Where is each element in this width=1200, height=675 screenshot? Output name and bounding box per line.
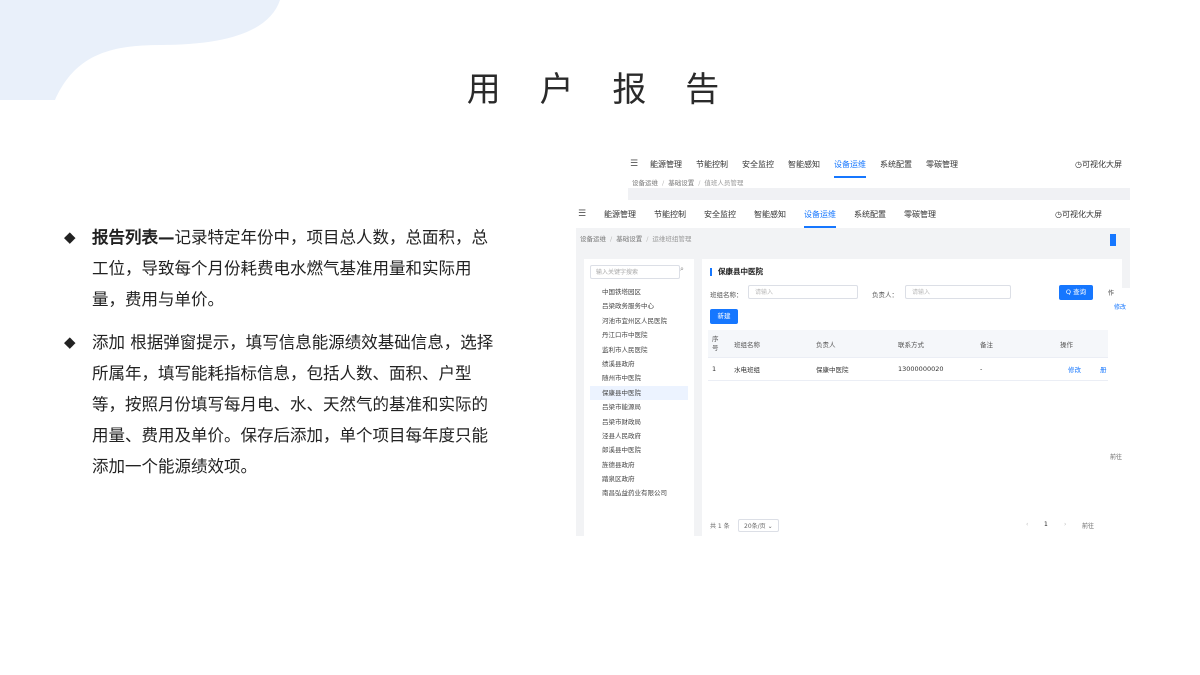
breadcrumb-current: 值班人员管理 (704, 179, 744, 187)
tree-item[interactable]: 踏泉区政府 (590, 472, 688, 486)
tree-item[interactable]: 丹江口市中医院 (590, 328, 688, 342)
nav-item[interactable]: 节能控制 (696, 159, 728, 170)
current-page[interactable]: 1 (1044, 521, 1048, 528)
table-header: 序 号 班组名称 负责人 联系方式 备注 操作 (708, 330, 1118, 358)
nav-item[interactable]: 能源管理 (650, 159, 682, 170)
cell-no: 1 (712, 365, 717, 373)
tree-item[interactable]: 南昌弘益药业有限公司 (590, 486, 688, 500)
edit-link[interactable]: 修改 (1068, 358, 1081, 380)
diamond-icon: ◆ (64, 228, 76, 246)
top-nav: ☰ 能源管理 节能控制 安全监控 智能感知 设备运维 系统配置 零碳管理 ◷可视… (576, 200, 1130, 228)
bullet-add: ◆ 添加 根据弹窗提示，填写信息能源绩效基础信息，选择所属年，填写能耗指标信息，… (64, 327, 504, 482)
chevron-down-icon: ⌄ (767, 523, 773, 530)
goto-label: 前往 (1082, 523, 1095, 530)
nav-item[interactable]: 零碳管理 (926, 159, 958, 170)
page-title: 用 户 报 告 (466, 70, 734, 110)
app-screenshot: ☰ 能源管理 节能控制 安全监控 智能感知 设备运维 系统配置 零碳管理 ◷可视… (576, 140, 1130, 536)
nav-item-active[interactable]: 设备运维 (834, 159, 866, 178)
tree-search-input[interactable]: 输入关键字搜索 (590, 265, 680, 279)
next-page-icon[interactable]: › (1064, 521, 1066, 528)
nav-item[interactable]: 零碳管理 (904, 209, 936, 220)
table-row: 1 水电班组 保康中医院 13000000020 - 修改 册 (708, 358, 1118, 381)
nav-item[interactable]: 系统配置 (880, 159, 912, 170)
breadcrumb: 设备运维 / 基础设置 / 值班人员管理 (632, 179, 744, 187)
tree-item[interactable]: 吕梁政务服务中心 (590, 299, 688, 313)
bullet-text: 添加 根据弹窗提示，填写信息能源绩效基础信息，选择所属年，填写能耗指标信息，包括… (92, 333, 494, 476)
edge-op-header: 作 (1108, 290, 1115, 297)
nav-item[interactable]: 系统配置 (854, 209, 886, 220)
bullet-list: ◆ 报告列表—记录特定年份中，项目总人数，总面积，总工位，导致每个月份耗费电水燃… (64, 222, 504, 494)
group-name-input[interactable]: 请输入 (748, 285, 858, 299)
search-icon[interactable]: ⌕ (680, 265, 684, 274)
team-panel: 保康县中医院 班组名称： 请输入 负责人： 请输入 Q 查询 新建 序 号 班组… (702, 259, 1122, 536)
breadcrumb-item[interactable]: 基础设置 (668, 179, 694, 187)
group-name-label: 班组名称： (710, 291, 743, 299)
edge-button[interactable] (1110, 234, 1116, 246)
back-window-edge: 作 修改 前往 (1108, 288, 1130, 536)
owner-label: 负责人： (872, 291, 898, 299)
cell-note: - (980, 365, 983, 373)
team-table: 序 号 班组名称 负责人 联系方式 备注 操作 1 水电班组 保康中医院 130… (708, 330, 1118, 381)
prev-page-icon[interactable]: ‹ (1026, 521, 1028, 528)
nav-item[interactable]: 能源管理 (604, 209, 636, 220)
cell-phone: 13000000020 (898, 365, 944, 373)
tree-item[interactable]: 中国铁塔园区 (590, 285, 688, 299)
back-top-nav: ☰ 能源管理 节能控制 安全监控 智能感知 设备运维 系统配置 零碳管理 ◷可视… (628, 150, 1130, 178)
breadcrumb: 设备运维 / 基础设置 / 运维班组管理 (580, 235, 692, 243)
edge-goto: 前往 (1110, 454, 1123, 461)
owner-input[interactable]: 请输入 (905, 285, 1011, 299)
dashboard-link[interactable]: ◷可视化大屏 (1055, 209, 1102, 220)
bullet-heading: 报告列表— (92, 228, 175, 247)
cell-owner: 保康中医院 (816, 366, 849, 374)
tree-item-selected[interactable]: 保康县中医院 (590, 385, 688, 401)
breadcrumb-item[interactable]: 设备运维 (580, 235, 606, 243)
col-header: 备注 (980, 340, 993, 349)
nav-item[interactable]: 智能感知 (754, 209, 786, 220)
nav-item[interactable]: 智能感知 (788, 159, 820, 170)
query-button[interactable]: Q 查询 (1059, 285, 1093, 300)
col-header: 班组名称 (734, 340, 760, 349)
more-link[interactable]: 册 (1100, 358, 1107, 380)
cell-name: 水电班组 (734, 366, 760, 374)
org-tree-panel: 输入关键字搜索 ⌕ 中国铁塔园区 吕梁政务服务中心 河池市宜州区人民医院 丹江口… (584, 259, 694, 536)
nav-item[interactable]: 安全监控 (704, 209, 736, 220)
page-size-value: 20条/页 (744, 523, 766, 530)
front-window: ☰ 能源管理 节能控制 安全监控 智能感知 设备运维 系统配置 零碳管理 ◷可视… (576, 200, 1130, 536)
menu-fold-icon[interactable]: ☰ (576, 209, 588, 219)
col-header: 操作 (1060, 340, 1073, 349)
org-tree-list: 中国铁塔园区 吕梁政务服务中心 河池市宜州区人民医院 丹江口市中医院 监利市人民… (590, 285, 688, 501)
breadcrumb-current: 运维班组管理 (652, 235, 692, 243)
tree-item[interactable]: 郎溪县中医院 (590, 443, 688, 457)
dashboard-link[interactable]: ◷可视化大屏 (1075, 159, 1122, 170)
total-count: 共 1 条 (710, 523, 730, 530)
tree-item[interactable]: 监利市人民医院 (590, 343, 688, 357)
breadcrumb-item[interactable]: 基础设置 (616, 235, 642, 243)
panel-title: 保康县中医院 (710, 268, 763, 276)
nav-item[interactable]: 安全监控 (742, 159, 774, 170)
menu-fold-icon[interactable]: ☰ (628, 159, 640, 169)
tree-item[interactable]: 吕梁市能源局 (590, 400, 688, 414)
tree-item[interactable]: 绩溪县政府 (590, 357, 688, 371)
breadcrumb-item[interactable]: 设备运维 (632, 179, 658, 187)
tree-item[interactable]: 泾县人民政府 (590, 429, 688, 443)
nav-item-active[interactable]: 设备运维 (804, 209, 836, 228)
tree-item[interactable]: 吕梁市财政局 (590, 415, 688, 429)
back-content-bar (628, 188, 1130, 200)
col-header: 联系方式 (898, 340, 924, 349)
nav-item[interactable]: 节能控制 (654, 209, 686, 220)
bullet-report-list: ◆ 报告列表—记录特定年份中，项目总人数，总面积，总工位，导致每个月份耗费电水燃… (64, 222, 504, 315)
edge-edit-link[interactable]: 修改 (1114, 302, 1126, 311)
diamond-icon: ◆ (64, 333, 76, 351)
col-header: 负责人 (816, 340, 836, 349)
tree-item[interactable]: 旌德县政府 (590, 458, 688, 472)
page-size-select[interactable]: 20条/页 ⌄ (738, 519, 779, 532)
col-header: 序 号 (712, 334, 719, 352)
new-button[interactable]: 新建 (710, 309, 738, 324)
tree-item[interactable]: 河池市宜州区人民医院 (590, 314, 688, 328)
tree-item[interactable]: 随州市中医院 (590, 371, 688, 385)
